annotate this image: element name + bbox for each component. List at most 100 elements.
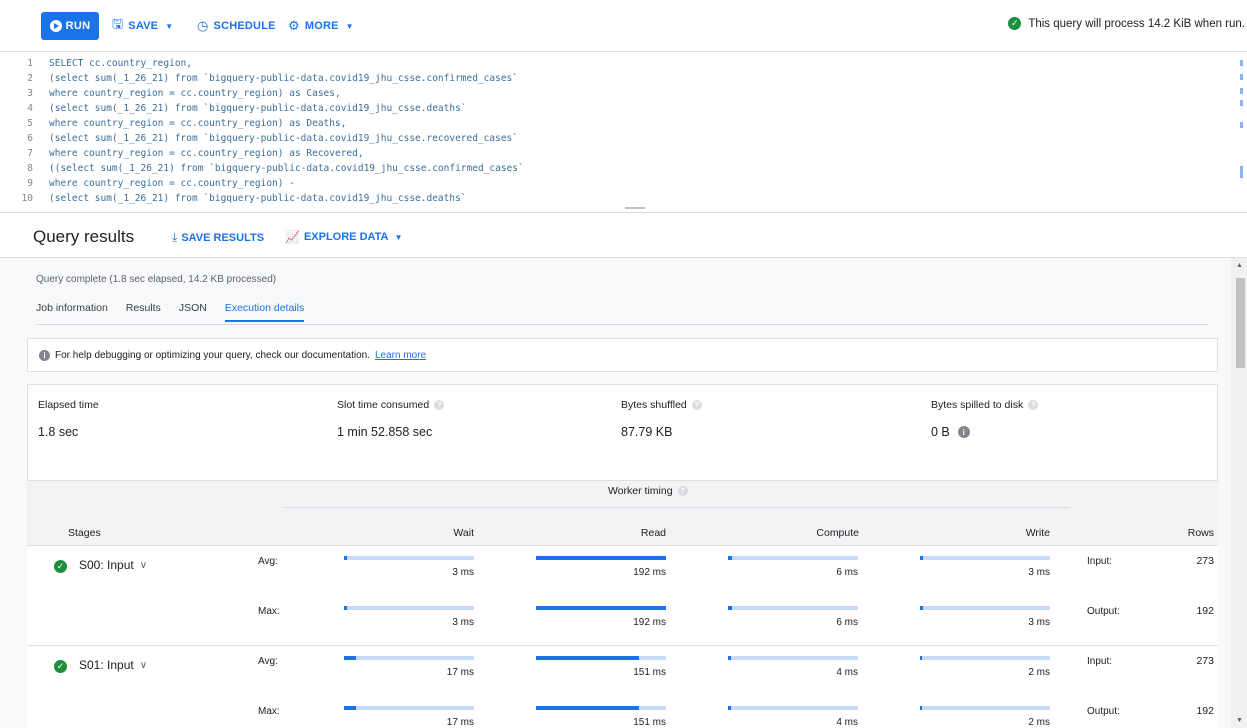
compute-bar xyxy=(728,606,858,610)
write-value: 3 ms xyxy=(1028,617,1050,628)
line-text: where country_region = cc.country_region… xyxy=(49,88,341,99)
wait-bar xyxy=(344,706,474,710)
compute-bar-fill xyxy=(728,706,731,710)
line-text: where country_region = cc.country_region… xyxy=(49,178,295,189)
col-write: Write xyxy=(1025,527,1050,539)
tab-results[interactable]: Results xyxy=(126,302,161,322)
help-banner-text: For help debugging or optimizing your qu… xyxy=(55,349,370,361)
results-header: Query results ⤓ SAVE RESULTS 📈 EXPLORE D… xyxy=(0,212,1247,258)
col-read: Read xyxy=(640,527,666,539)
wait-value: 3 ms xyxy=(452,567,474,578)
line-text: (select sum(_1_26_21) from `bigquery-pub… xyxy=(49,193,467,204)
chart-icon: 📈 xyxy=(285,230,300,244)
slot-label: Slot time consumed xyxy=(337,399,430,411)
more-label: MORE xyxy=(304,20,339,32)
read-bar-fill xyxy=(536,556,666,560)
wait-bar-fill xyxy=(344,606,347,610)
learn-more-link[interactable]: Learn more xyxy=(375,350,426,361)
query-complete-status: Query complete (1.8 sec elapsed, 14.2 KB… xyxy=(36,274,277,285)
col-compute: Compute xyxy=(816,527,859,539)
caret-down-icon: ▼ xyxy=(345,21,354,31)
line-number: 10 xyxy=(21,193,33,204)
results-tabs: Job information Results JSON Execution d… xyxy=(36,302,322,322)
read-bar-fill xyxy=(536,706,639,710)
scrollbar-thumb[interactable] xyxy=(1236,278,1245,368)
wait-value: 17 ms xyxy=(446,667,474,678)
line-text: (select sum(_1_26_21) from `bigquery-pub… xyxy=(49,103,467,114)
read-bar-fill xyxy=(536,606,666,610)
execution-metrics: Elapsed time 1.8 sec Slot time consumed?… xyxy=(27,384,1218,481)
code-line: 3 where country_region = cc.country_regio… xyxy=(0,88,341,100)
code-line: 2 (select sum(_1_26_21) from `bigquery-pu… xyxy=(0,73,518,85)
write-bar xyxy=(920,606,1050,610)
elapsed-value: 1.8 sec xyxy=(38,425,79,439)
code-line: 8 ((select sum(_1_26_21) from `bigquery-p… xyxy=(0,163,523,175)
slot-value: 1 min 52.858 sec xyxy=(337,425,433,439)
line-number: 8 xyxy=(27,163,33,174)
compute-bar-fill xyxy=(728,556,732,560)
output-label: Output: xyxy=(1087,606,1120,617)
line-number: 9 xyxy=(27,178,33,189)
save-icon: 🖫 xyxy=(112,16,124,31)
more-button[interactable]: ⚙ MORE ▼ xyxy=(288,12,354,40)
write-bar-fill xyxy=(920,656,922,660)
chevron-down-icon[interactable]: ∨ xyxy=(140,560,147,571)
line-text: (select sum(_1_26_21) from `bigquery-pub… xyxy=(49,133,518,144)
tab-json[interactable]: JSON xyxy=(179,302,207,322)
metric-slot-time: Slot time consumed? 1 min 52.858 sec xyxy=(337,399,445,439)
line-number: 3 xyxy=(27,88,33,99)
results-title: Query results xyxy=(33,227,135,246)
compute-bar xyxy=(728,656,858,660)
wait-value: 17 ms xyxy=(446,717,474,728)
schedule-button[interactable]: ◷ SCHEDULE xyxy=(197,12,276,40)
spilled-value: 0 B xyxy=(931,425,950,439)
tab-execution-details[interactable]: Execution details xyxy=(224,302,305,322)
clock-icon: ◷ xyxy=(197,18,209,33)
gear-icon: ⚙ xyxy=(288,18,300,33)
stage-name[interactable]: S01: Input ∨ xyxy=(79,658,147,672)
results-scrollbar[interactable]: ▲ ▼ xyxy=(1231,258,1247,728)
schedule-label: SCHEDULE xyxy=(213,20,276,32)
help-icon[interactable]: ? xyxy=(434,400,445,410)
editor-resize-handle[interactable] xyxy=(625,207,645,209)
explore-data-button[interactable]: 📈 EXPLORE DATA ▼ xyxy=(285,230,402,244)
read-value: 151 ms xyxy=(633,717,666,728)
wait-bar xyxy=(344,556,474,560)
chevron-down-icon[interactable]: ∨ xyxy=(140,660,147,671)
stage-name[interactable]: S00: Input ∨ xyxy=(79,558,147,572)
read-bar xyxy=(536,656,666,660)
help-icon[interactable]: ? xyxy=(677,486,688,496)
info-icon[interactable]: i xyxy=(957,426,970,438)
read-bar xyxy=(536,706,666,710)
compute-value: 6 ms xyxy=(836,617,858,628)
col-wait: Wait xyxy=(453,527,474,539)
save-results-button[interactable]: ⤓ SAVE RESULTS xyxy=(172,230,264,245)
scroll-down-icon[interactable]: ▼ xyxy=(1236,717,1243,724)
line-text: SELECT cc.country_region, xyxy=(49,58,192,69)
help-icon[interactable]: ? xyxy=(1028,400,1039,410)
avg-label: Avg: xyxy=(258,656,278,667)
read-bar xyxy=(536,606,666,610)
caret-down-icon: ▼ xyxy=(165,21,174,31)
check-circle-icon: ✓ xyxy=(1008,17,1022,30)
scroll-up-icon[interactable]: ▲ xyxy=(1236,262,1243,269)
shuffled-label: Bytes shuffled xyxy=(621,399,687,411)
avg-label: Avg: xyxy=(258,556,278,567)
compute-bar xyxy=(728,556,858,560)
help-icon[interactable]: ? xyxy=(691,400,702,410)
read-value: 151 ms xyxy=(633,667,666,678)
code-line: 4 (select sum(_1_26_21) from `bigquery-pu… xyxy=(0,103,467,115)
process-message: This query will process 14.2 KiB when ru… xyxy=(1028,17,1245,30)
read-value: 192 ms xyxy=(633,617,666,628)
sql-editor[interactable]: 1 SELECT cc.country_region, 2 (select sum(_… xyxy=(0,52,1247,212)
code-line: 9 where country_region = cc.country_regio… xyxy=(0,178,295,190)
run-button[interactable]: RUN xyxy=(41,12,99,40)
line-number: 4 xyxy=(27,103,33,114)
tab-job-information[interactable]: Job information xyxy=(36,302,108,322)
metric-bytes-shuffled: Bytes shuffled? 87.79 KB xyxy=(621,399,702,439)
save-button[interactable]: 🖫 SAVE ▼ xyxy=(112,12,173,40)
write-bar xyxy=(920,656,1050,660)
line-number: 6 xyxy=(27,133,33,144)
metric-bytes-spilled: Bytes spilled to disk? 0 B i xyxy=(931,399,1039,439)
save-label: SAVE xyxy=(128,20,159,32)
